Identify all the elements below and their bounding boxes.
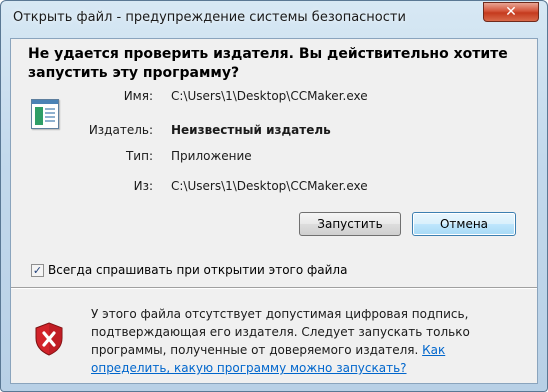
warning-text: У этого файла отсутствует допустимая циф… bbox=[91, 307, 470, 357]
type-label: Тип: bbox=[125, 149, 153, 163]
dialog-question: Не удается проверить издателя. Вы действ… bbox=[28, 46, 508, 81]
from-label: Из: bbox=[133, 179, 153, 193]
always-ask-checkbox[interactable]: ✓ bbox=[31, 263, 44, 277]
close-icon: ✕ bbox=[505, 4, 517, 20]
name-label: Имя: bbox=[123, 89, 153, 103]
from-value: C:\Users\1\Desktop\CCMaker.exe bbox=[171, 179, 368, 193]
type-value: Приложение bbox=[171, 149, 252, 163]
security-warning-dialog: Открыть файл - предупреждение системы бе… bbox=[0, 0, 548, 392]
security-shield-error-icon bbox=[35, 322, 63, 356]
always-ask-checkbox-row[interactable]: ✓ Всегда спрашивать при открытии этого ф… bbox=[31, 261, 347, 279]
always-ask-label: Всегда спрашивать при открытии этого фай… bbox=[48, 263, 348, 277]
publisher-value: Неизвестный издатель bbox=[171, 123, 331, 137]
dialog-content: Не удается проверить издателя. Вы действ… bbox=[10, 38, 538, 384]
window-title: Открыть файл - предупреждение системы бе… bbox=[13, 10, 406, 25]
cancel-button[interactable]: Отмена bbox=[412, 212, 516, 236]
separator bbox=[11, 287, 537, 289]
name-value: C:\Users\1\Desktop\CCMaker.exe bbox=[171, 89, 368, 103]
close-button[interactable]: ✕ bbox=[483, 2, 539, 22]
application-file-icon bbox=[31, 99, 59, 129]
warning-message: У этого файла отсутствует допустимая циф… bbox=[91, 305, 521, 377]
publisher-label: Издатель: bbox=[88, 123, 153, 137]
run-button[interactable]: Запустить bbox=[299, 212, 401, 236]
title-bar[interactable]: Открыть файл - предупреждение системы бе… bbox=[1, 1, 547, 35]
